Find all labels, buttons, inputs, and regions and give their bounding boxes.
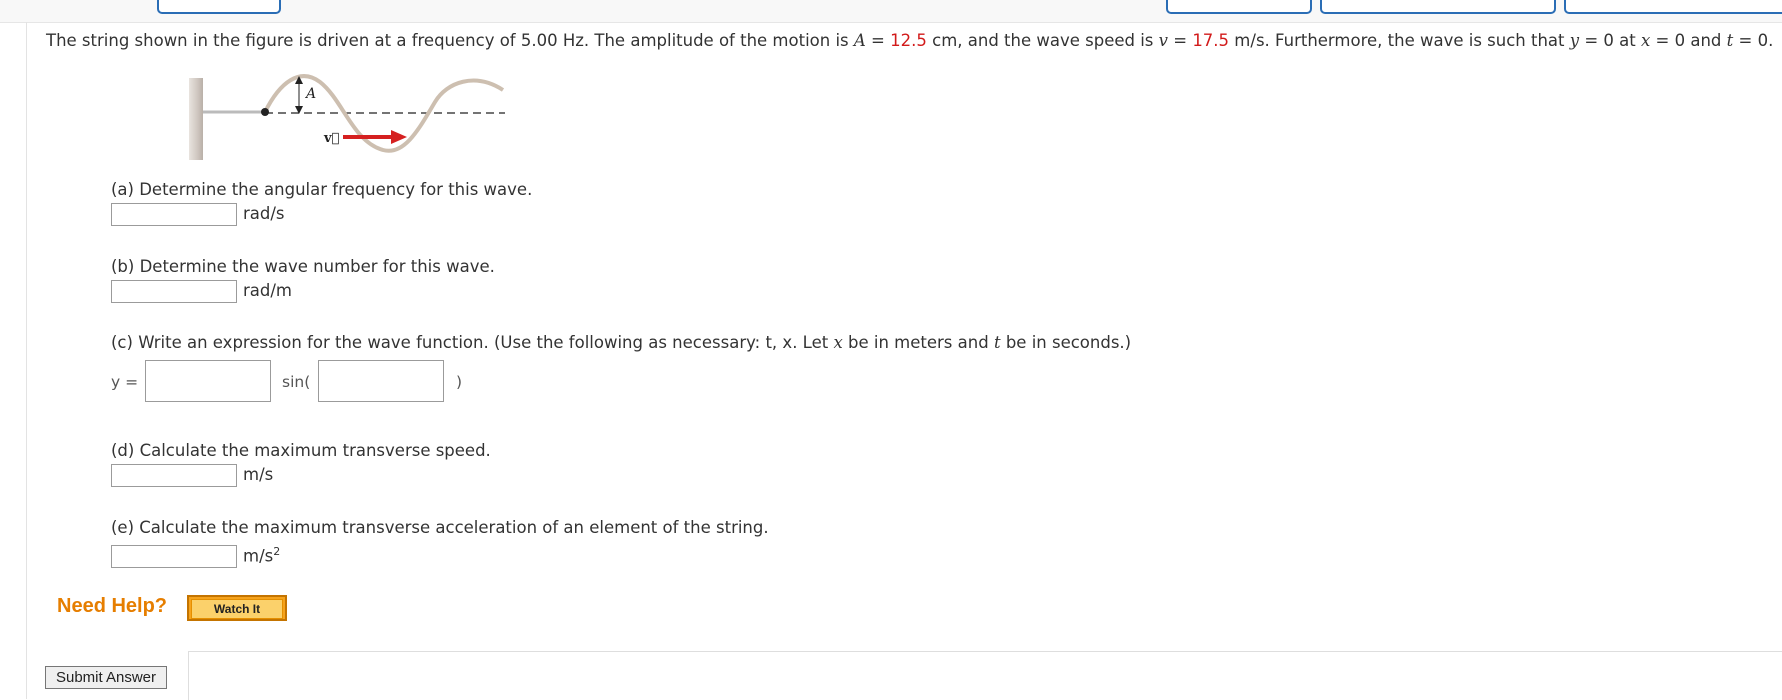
toolbar-button[interactable] <box>157 0 281 14</box>
problem-text: = 0 and <box>1650 31 1727 50</box>
toolbar-button[interactable] <box>1320 0 1556 14</box>
question-c-text: (c) Write an expression for the wave fun… <box>111 333 834 352</box>
answer-a-input[interactable] <box>111 203 237 226</box>
need-help-label: Need Help? <box>57 595 168 617</box>
problem-text: m/s. Furthermore, the wave is such that <box>1229 31 1570 50</box>
question-c-text: be in meters and <box>842 333 994 352</box>
amplitude-label: A <box>304 86 316 102</box>
sin-label: sin( <box>282 373 311 391</box>
problem-text: cm, and the wave speed is <box>926 31 1159 50</box>
y-symbol: y <box>1569 31 1580 50</box>
answer-d-unit: m/s <box>243 465 274 484</box>
question-e: (e) Calculate the maximum transverse acc… <box>111 518 769 537</box>
top-toolbar <box>0 0 1782 23</box>
question-b: (b) Determine the wave number for this w… <box>111 257 495 276</box>
question-c: (c) Write an expression for the wave fun… <box>111 333 1131 352</box>
y-equals-label: y = <box>111 373 139 391</box>
driver-point <box>261 108 269 116</box>
velocity-label: v⃗ <box>323 131 340 146</box>
question-a: (a) Determine the angular frequency for … <box>111 180 533 199</box>
response-panel <box>188 651 1782 700</box>
close-paren: ) <box>456 373 463 391</box>
x-symbol: x <box>833 333 843 352</box>
question-d: (d) Calculate the maximum transverse spe… <box>111 441 491 460</box>
answer-e-unit: m/s2 <box>243 545 280 566</box>
answer-d-input[interactable] <box>111 464 237 487</box>
problem-text: = 0 at <box>1579 31 1641 50</box>
unit-exponent: 2 <box>273 545 281 558</box>
answer-e-input[interactable] <box>111 545 237 568</box>
problem-statement: The string shown in the figure is driven… <box>46 31 1773 50</box>
submit-answer-button[interactable]: Submit Answer <box>45 666 167 689</box>
unit-base: m/s <box>243 546 274 566</box>
speed-value: 17.5 <box>1192 31 1230 50</box>
x-symbol: x <box>1640 31 1651 50</box>
wave-figure: A v⃗ <box>189 74 505 160</box>
watch-it-label: Watch It <box>191 599 283 619</box>
answer-b-unit: rad/m <box>243 281 293 300</box>
amplitude-input[interactable] <box>145 360 271 402</box>
problem-text: = <box>1167 31 1193 50</box>
problem-text: The string shown in the figure is driven… <box>46 31 854 50</box>
wall <box>189 78 203 160</box>
problem-text: = <box>865 31 891 50</box>
question-c-text: be in seconds.) <box>1000 333 1132 352</box>
speed-symbol: v <box>1158 31 1168 50</box>
watch-it-button[interactable]: Watch It <box>187 595 287 621</box>
amplitude-value: 12.5 <box>890 31 927 50</box>
problem-text: = 0. <box>1733 31 1774 50</box>
toolbar-button[interactable] <box>1564 0 1782 14</box>
phase-input[interactable] <box>318 360 444 402</box>
answer-b-input[interactable] <box>111 280 237 303</box>
answer-a-unit: rad/s <box>243 204 285 223</box>
toolbar-button[interactable] <box>1166 0 1312 14</box>
left-divider <box>26 22 27 699</box>
amplitude-symbol: A <box>853 31 866 50</box>
t-symbol: t <box>993 333 1001 352</box>
